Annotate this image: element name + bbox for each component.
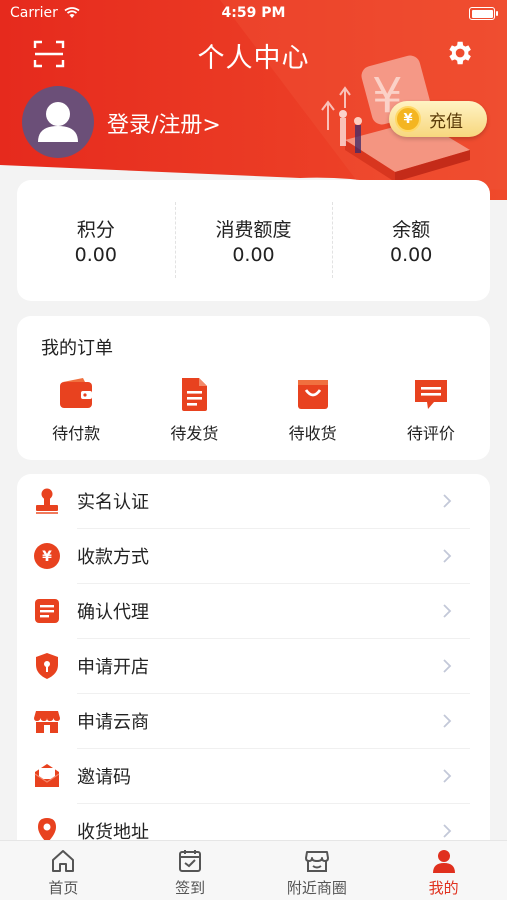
gear-icon [449, 41, 471, 65]
order-pending-shipment[interactable]: 待发货 [135, 376, 253, 444]
chevron-right-icon [443, 659, 452, 673]
order-pending-review[interactable]: 待评价 [372, 376, 490, 444]
chevron-right-icon [443, 494, 452, 508]
orders-title: 我的订单 [41, 338, 113, 359]
menu-item-label: 申请云商 [77, 712, 149, 733]
recharge-button[interactable]: ¥ 充值 [389, 101, 487, 137]
document-icon [182, 378, 208, 411]
tab-nearby-business[interactable]: 附近商圈 [254, 841, 381, 900]
tab-label: 签到 [175, 879, 206, 897]
chevron-right-icon [443, 769, 452, 783]
shield-icon [36, 653, 58, 679]
menu-item-invite-code[interactable]: 邀请码 [17, 749, 490, 804]
menu-item-label: 确认代理 [77, 602, 149, 623]
default-avatar-icon [38, 102, 78, 142]
chevron-right-icon [443, 714, 452, 728]
user-icon [432, 850, 455, 873]
wallet-icon [60, 378, 93, 408]
tab-label: 首页 [48, 879, 79, 897]
order-status-row: 待付款 待发货 待收货 待评价 [17, 376, 490, 444]
battery-icon [469, 7, 498, 20]
page-title: 个人中心 [197, 43, 310, 74]
bottom-tab-bar: 首页 签到 附近商圈 我的 [0, 840, 507, 900]
tab-home[interactable]: 首页 [0, 841, 127, 900]
calendar-check-icon [179, 850, 202, 872]
order-label: 待付款 [52, 424, 101, 443]
tab-label: 附近商圈 [286, 879, 347, 897]
stat-consumption-quota[interactable]: 消费额度 0.00 [174, 180, 333, 301]
avatar[interactable] [22, 86, 94, 158]
menu-item-label: 收款方式 [77, 547, 149, 568]
stat-label: 余额 [392, 219, 431, 241]
menu-item-label: 实名认证 [77, 492, 149, 513]
login-register-link[interactable]: 登录/注册> [107, 107, 221, 139]
menu-item-payment-method[interactable]: ¥ 收款方式 [17, 529, 490, 584]
menu-item-real-name-verification[interactable]: 实名认证 [17, 474, 490, 529]
order-pending-payment[interactable]: 待付款 [17, 376, 135, 444]
stat-label: 消费额度 [215, 219, 292, 241]
profile-header: ¥ Carrier 4:59 PM 个人中心 登录/注册> ¥ 充值 [0, 0, 507, 200]
chevron-right-icon [443, 549, 452, 563]
my-orders-card: 我的订单 待付款 待发货 待收货 待评价 [17, 316, 490, 460]
order-pending-receipt[interactable]: 待收货 [254, 376, 372, 444]
comment-icon [414, 380, 447, 409]
menu-item-label: 邀请码 [77, 767, 131, 788]
balance-stats-card: 积分 0.00 消费额度 0.00 余额 0.00 [17, 180, 490, 301]
menu-item-label: 申请开店 [77, 657, 149, 678]
svg-text:¥: ¥ [42, 549, 52, 565]
order-label: 待收货 [288, 424, 337, 443]
stat-value: 0.00 [74, 244, 117, 266]
envelope-icon [34, 764, 60, 787]
menu-item-apply-open-store[interactable]: 申请开店 [17, 639, 490, 694]
tab-mine[interactable]: 我的 [380, 841, 507, 900]
feature-menu-card: 实名认证 ¥ 收款方式 确认代理 申请开店 申请云商 邀请码 收货地址 [17, 474, 490, 874]
menu-item-confirm-agent[interactable]: 确认代理 [17, 584, 490, 639]
chevron-right-icon [443, 824, 452, 838]
order-label: 待发货 [170, 424, 219, 443]
stat-points[interactable]: 积分 0.00 [17, 180, 175, 301]
store-icon [34, 711, 60, 733]
coin-icon: ¥ [395, 106, 421, 132]
stamp-icon [36, 488, 58, 514]
status-time: 4:59 PM [221, 5, 286, 21]
tab-check-in[interactable]: 签到 [127, 841, 254, 900]
stat-value: 0.00 [390, 244, 433, 266]
menu-item-apply-cloud-merchant[interactable]: 申请云商 [17, 694, 490, 749]
stat-label: 积分 [76, 219, 115, 241]
bag-icon [297, 380, 328, 409]
recharge-label: 充值 [429, 111, 463, 132]
list-doc-icon [35, 599, 59, 623]
home-icon [52, 850, 75, 872]
chevron-right-icon [443, 604, 452, 618]
settings-button[interactable] [444, 38, 474, 68]
status-bar: Carrier 4:59 PM [0, 0, 507, 28]
yuan-coin-icon: ¥ [34, 543, 60, 569]
stat-value: 0.00 [232, 244, 275, 266]
order-label: 待评价 [406, 424, 455, 443]
stat-balance[interactable]: 余额 0.00 [332, 180, 490, 301]
shop-icon [304, 851, 329, 872]
tab-label: 我的 [428, 879, 459, 897]
